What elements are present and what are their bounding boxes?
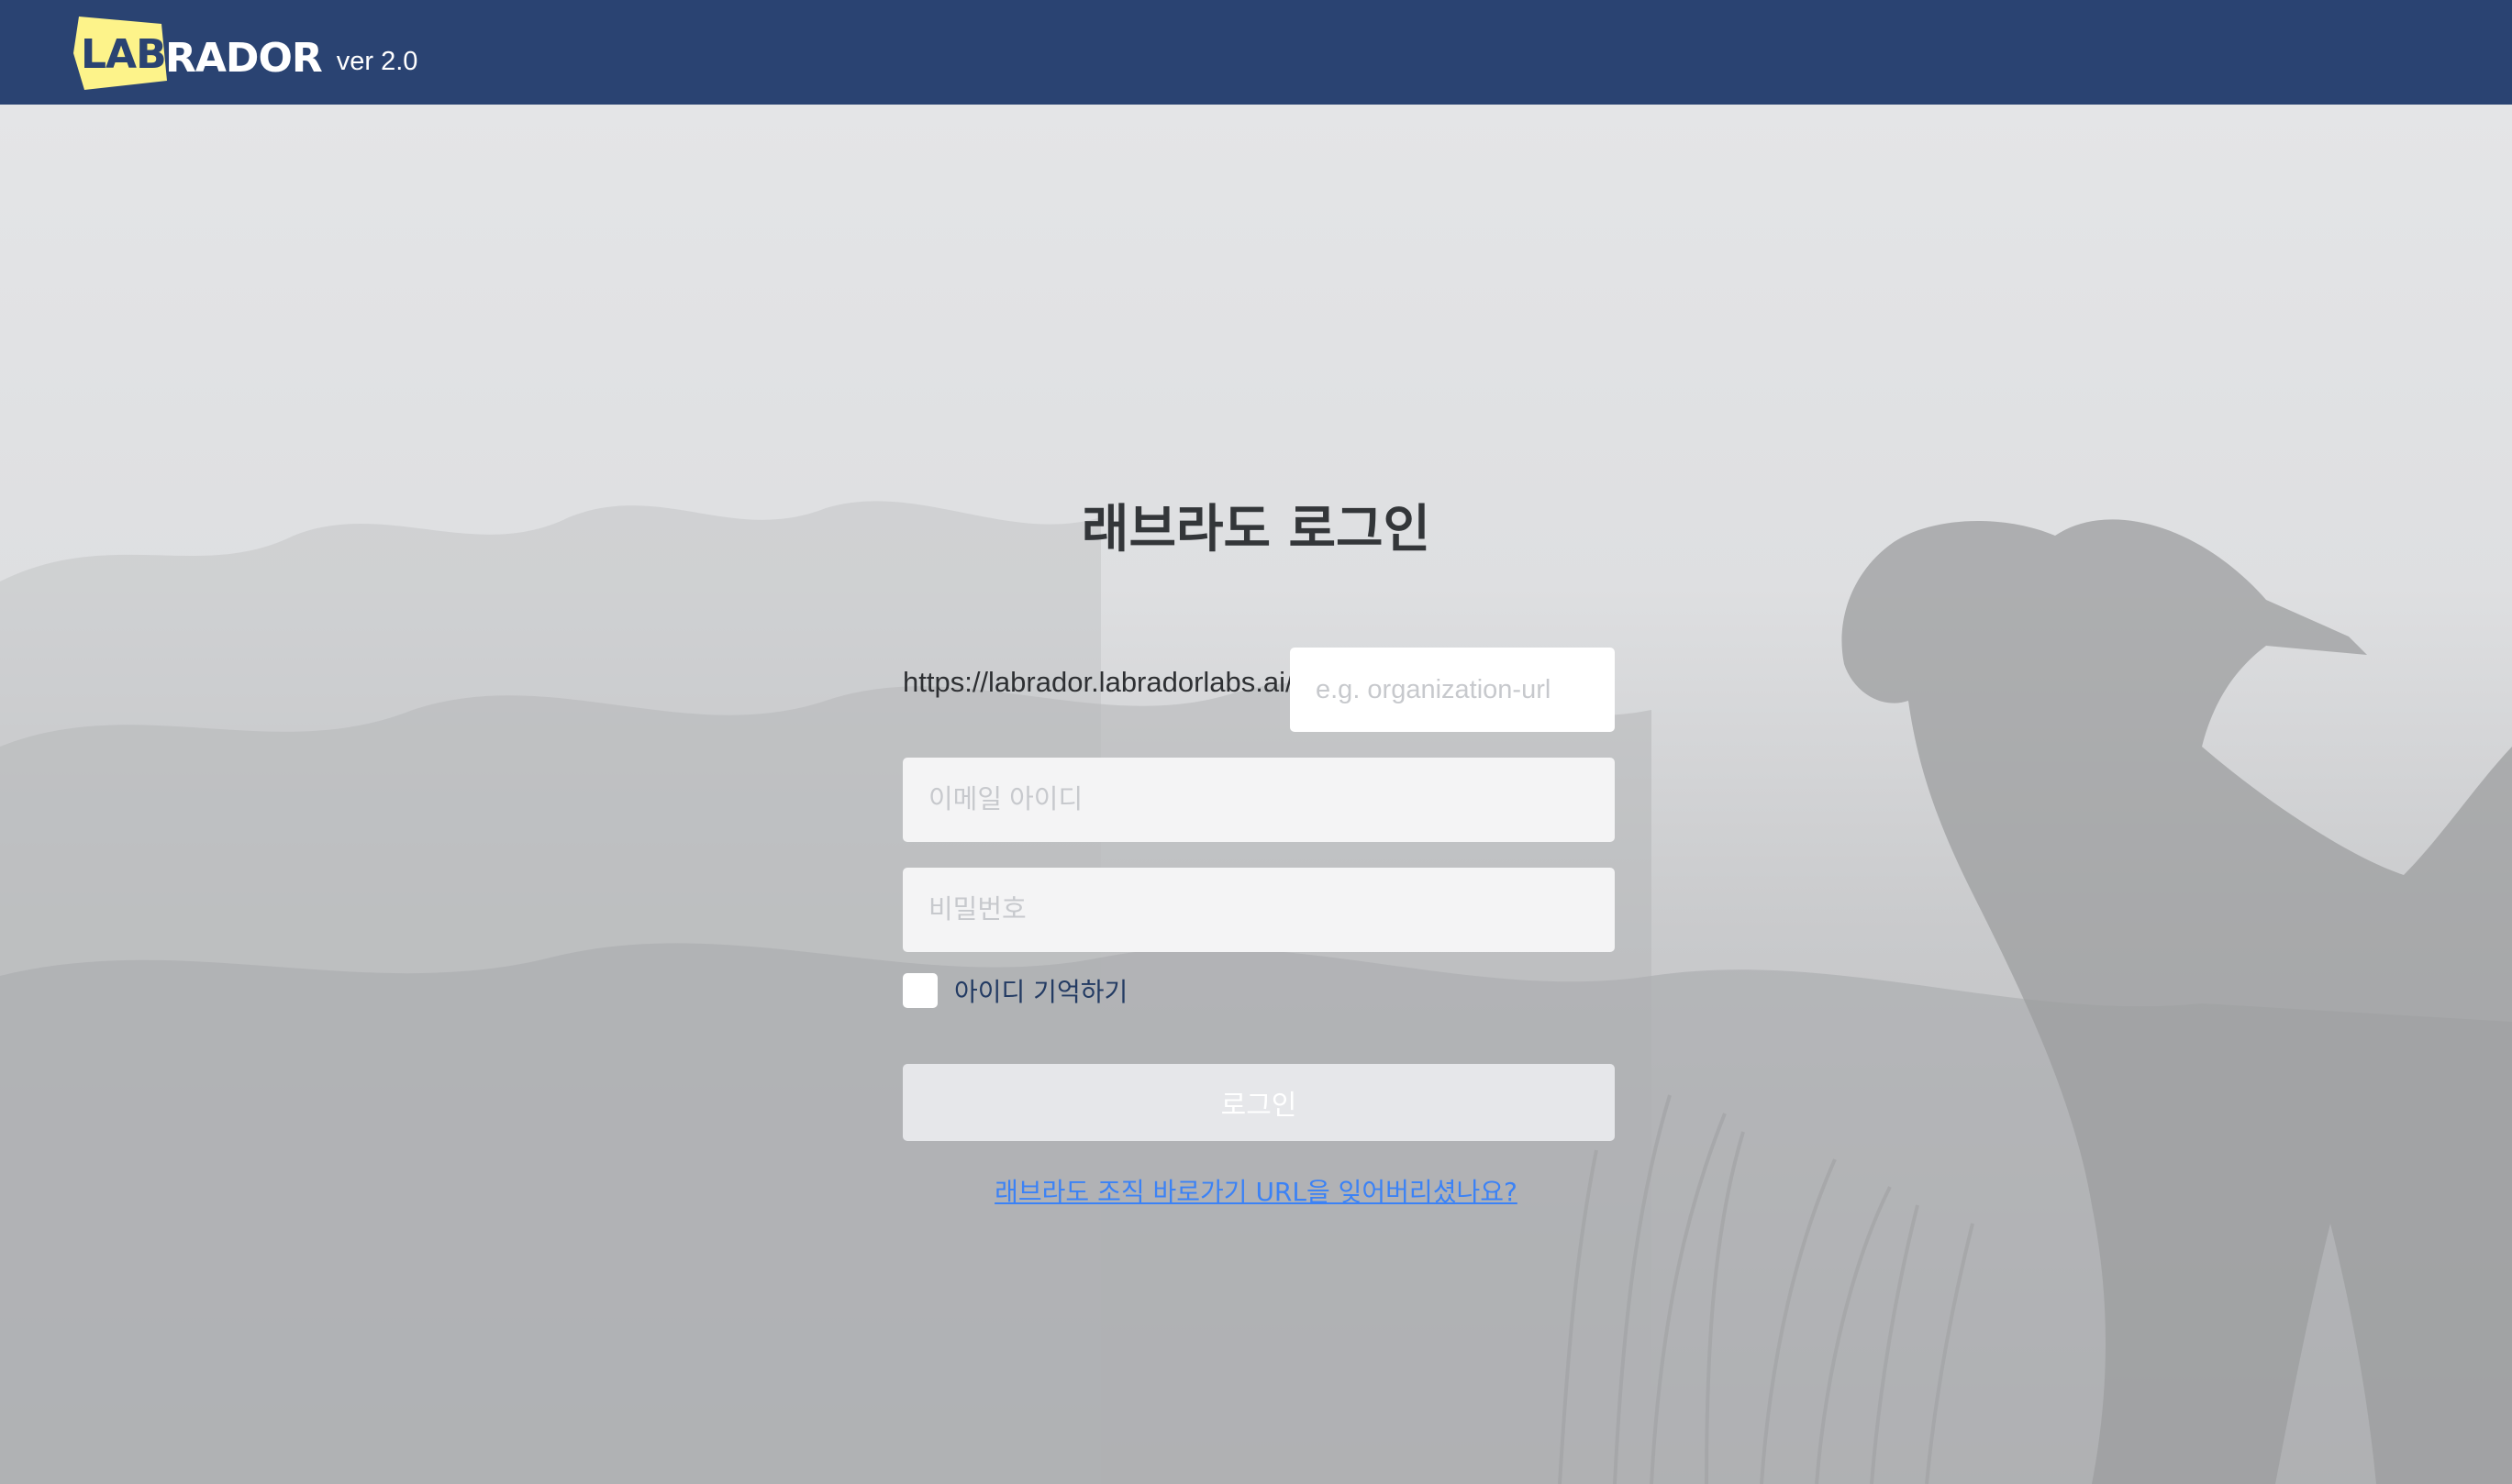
- logo-lab-text: LAB: [81, 31, 167, 78]
- labrador-logo[interactable]: LAB RADOR ver 2.0: [72, 11, 418, 90]
- remember-id-row[interactable]: 아이디 기억하기: [903, 972, 1128, 1009]
- organization-url-prefix: https://labrador.labradorlabs.ai/: [903, 666, 1294, 698]
- password-input[interactable]: [903, 868, 1615, 952]
- logo-rador-text: RADOR: [165, 34, 323, 82]
- forgot-url-link[interactable]: 래브라도 조직 바로가기 URL을 잊어버리셨나요?: [995, 1177, 1517, 1207]
- logo-badge: LAB: [72, 13, 167, 90]
- remember-id-checkbox[interactable]: [903, 973, 938, 1008]
- organization-url-input[interactable]: [1290, 648, 1615, 732]
- remember-id-label[interactable]: 아이디 기억하기: [954, 972, 1128, 1009]
- email-input[interactable]: [903, 758, 1615, 842]
- login-title: 래브라도 로그인: [1081, 500, 1431, 559]
- version-label: ver 2.0: [336, 46, 418, 76]
- top-header: LAB RADOR ver 2.0: [0, 0, 2512, 105]
- login-button[interactable]: 로그인: [903, 1064, 1615, 1141]
- forgot-url-link-row: 래브라도 조직 바로가기 URL을 잊어버리셨나요?: [0, 1172, 2512, 1209]
